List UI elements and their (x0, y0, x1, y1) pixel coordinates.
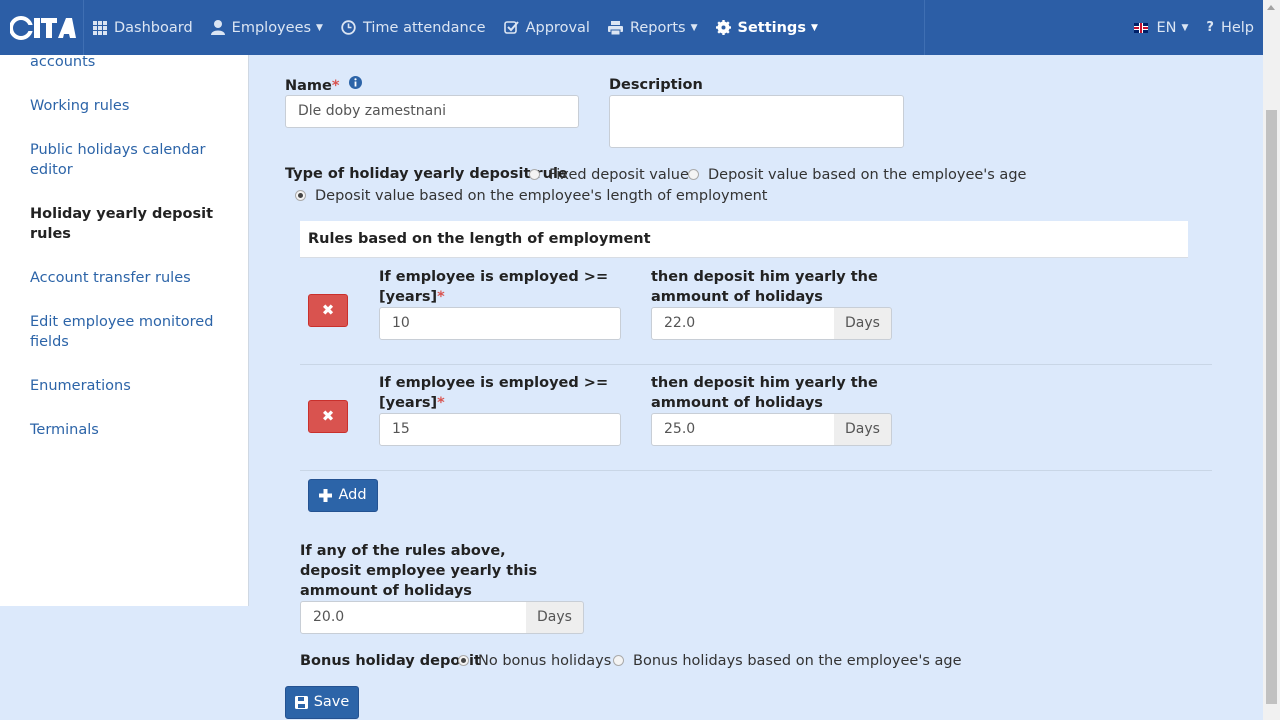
nav-employees-label: Employees (231, 19, 312, 36)
radio-bonus-age[interactable] (613, 655, 624, 666)
add-rule-button-label: Add (338, 487, 367, 503)
rule-years-input[interactable]: 10 (379, 307, 621, 340)
chevron-down-icon: ▼ (1181, 22, 1189, 33)
top-navbar: Dashboard Employees ▼ Time attendance Ap… (0, 0, 1263, 55)
radio-employment-length-label: Deposit value based on the employee's le… (315, 188, 768, 204)
required-mark: * (437, 395, 445, 411)
radio-age-based-label: Deposit value based on the employee's ag… (708, 167, 1027, 183)
days-addon: Days (526, 601, 584, 634)
gear-icon (715, 20, 731, 35)
close-icon: ✖ (321, 407, 335, 425)
nav-dashboard-label: Dashboard (114, 19, 193, 36)
nav-employees[interactable]: Employees ▼ (202, 0, 332, 55)
nav-time-attendance-label: Time attendance (362, 19, 486, 36)
rule-divider (300, 364, 1212, 365)
radio-no-bonus[interactable] (458, 655, 469, 666)
radio-fixed-deposit-label: Fixed deposit value (549, 167, 689, 183)
question-icon: ? (1206, 20, 1214, 35)
floppy-disk-icon (294, 696, 308, 709)
chevron-down-icon: ▼ (810, 22, 818, 33)
info-icon[interactable] (348, 75, 362, 95)
description-label: Description (609, 77, 703, 93)
help-link[interactable]: ? Help (1197, 0, 1263, 55)
scroll-up-arrow-icon[interactable] (1267, 5, 1275, 10)
grid-icon (93, 20, 107, 35)
nav-approval-label: Approval (525, 19, 590, 36)
required-mark: * (437, 289, 445, 305)
delete-rule-button[interactable]: ✖ (308, 294, 348, 327)
nav-reports-label: Reports (629, 19, 686, 36)
scrollbar-thumb[interactable] (1266, 110, 1277, 704)
language-selector[interactable]: EN ▼ (1125, 0, 1197, 55)
sidebar-item-enumerations[interactable]: Enumerations (30, 376, 215, 396)
sidebar-item-accounts[interactable]: accounts (30, 52, 215, 72)
rule-days-input[interactable]: 22.0 (651, 307, 835, 340)
rule-days-input[interactable]: 25.0 (651, 413, 835, 446)
radio-fixed-deposit[interactable] (529, 169, 540, 180)
radio-bonus-age-label: Bonus holidays based on the employee's a… (633, 653, 962, 669)
rules-panel-title: Rules based on the length of employment (300, 221, 1188, 258)
user-icon (210, 20, 225, 35)
rule-condition-label-text: If employee is employed >= [years] (379, 375, 609, 411)
chevron-down-icon: ▼ (690, 22, 698, 33)
page-scrollbar[interactable] (1263, 0, 1280, 720)
sidebar-item-holiday-deposit-rules[interactable]: Holiday yearly deposit rules (30, 204, 215, 244)
name-input[interactable]: Dle doby zamestnani (285, 95, 579, 128)
rule-condition-label: If employee is employed >= [years]* (379, 267, 609, 307)
rule-deposit-label: then deposit him yearly the ammount of h… (651, 269, 878, 305)
default-days-input[interactable]: 20.0 (300, 601, 527, 634)
nav-time-attendance[interactable]: Time attendance (332, 0, 495, 55)
sidebar-item-public-holidays[interactable]: Public holidays calendar editor (30, 140, 215, 180)
description-textarea[interactable] (609, 95, 904, 148)
radio-no-bonus-label: No bonus holidays (478, 653, 612, 669)
radio-employment-length[interactable] (295, 190, 306, 201)
chevron-down-icon: ▼ (316, 22, 323, 33)
sidebar-item-working-rules[interactable]: Working rules (30, 96, 215, 116)
check-square-icon (503, 20, 519, 35)
save-button[interactable]: Save (285, 686, 359, 719)
nav-approval[interactable]: Approval (495, 0, 599, 55)
rule-condition-label-text: If employee is employed >= [years] (379, 269, 609, 305)
uk-flag-icon (1134, 22, 1149, 33)
name-label-text: Name (285, 78, 332, 94)
language-label: EN (1156, 19, 1177, 36)
save-button-label: Save (313, 694, 350, 710)
name-label: Name* (285, 75, 362, 96)
days-addon: Days (834, 413, 892, 446)
add-rule-button[interactable]: Add (308, 479, 378, 512)
ita-logo[interactable] (0, 0, 84, 55)
plus-icon (319, 489, 333, 502)
clock-icon (341, 20, 356, 35)
radio-age-based[interactable] (688, 169, 699, 180)
nav-settings-label: Settings (737, 19, 806, 36)
type-label: Type of holiday yearly deposit rule (285, 166, 568, 182)
sidebar-item-account-transfer-rules[interactable]: Account transfer rules (30, 268, 215, 288)
bonus-label: Bonus holiday deposit (300, 653, 481, 669)
nav-settings[interactable]: Settings ▼ (707, 0, 827, 55)
rule-years-input[interactable]: 15 (379, 413, 621, 446)
required-mark: * (331, 78, 340, 94)
days-addon: Days (834, 307, 892, 340)
rule-deposit-label: then deposit him yearly the ammount of h… (651, 375, 878, 411)
nav-reports[interactable]: Reports ▼ (599, 0, 707, 55)
nav-dashboard[interactable]: Dashboard (84, 0, 202, 55)
rule-divider (300, 470, 1212, 471)
sidebar-item-terminals[interactable]: Terminals (30, 420, 215, 440)
delete-rule-button[interactable]: ✖ (308, 400, 348, 433)
ita-logo-graphic (10, 15, 76, 40)
settings-sidebar: accounts Working rules Public holidays c… (0, 52, 249, 606)
help-label: Help (1220, 19, 1254, 36)
printer-icon (607, 20, 623, 35)
sidebar-item-monitored-fields[interactable]: Edit employee monitored fields (30, 312, 215, 352)
close-icon: ✖ (321, 301, 335, 319)
default-deposit-label: If any of the rules above, deposit emplo… (300, 543, 538, 599)
nav-right-group: EN ▼ ? Help (924, 0, 1263, 55)
rule-condition-label: If employee is employed >= [years]* (379, 373, 609, 413)
